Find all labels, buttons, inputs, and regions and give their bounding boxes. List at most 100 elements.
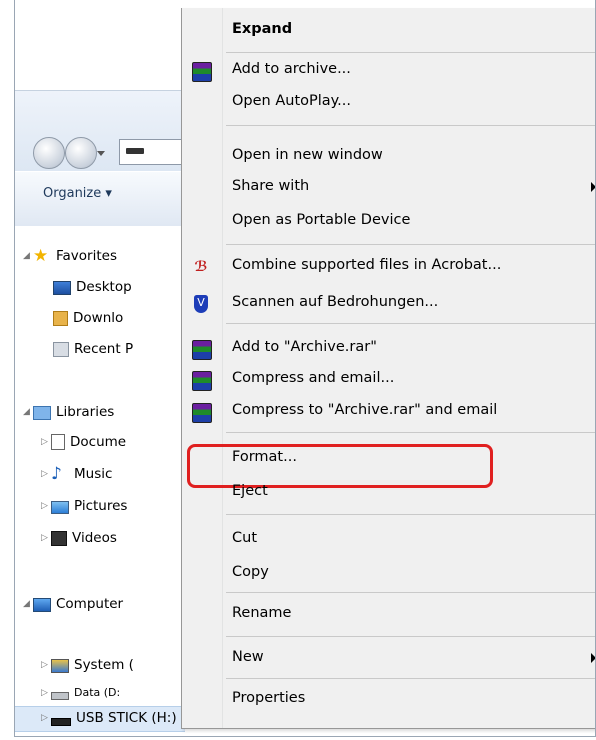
tree-item-desktop[interactable]: Desktop <box>53 279 132 295</box>
menu-item-label: Add to "Archive.rar" <box>232 339 377 355</box>
favorites-star-icon: ★ <box>33 246 49 266</box>
antivirus-shield-icon: V <box>194 295 208 313</box>
menu-item-label: Combine supported files in Acrobat... <box>232 257 502 273</box>
submenu-arrow-icon <box>591 182 595 192</box>
menu-item-label: Add to archive... <box>232 61 351 77</box>
tree-item-label: Docume <box>70 434 127 450</box>
forward-button[interactable] <box>65 137 97 169</box>
tree-item-label: Downlo <box>73 310 124 326</box>
tree-item-recent-places[interactable]: Recent P <box>53 341 133 357</box>
tree-item-label: System ( <box>74 657 134 673</box>
menu-item-combine-in-acrobat[interactable]: ℬ Combine supported files in Acrobat... <box>182 252 595 282</box>
menu-item-scan-for-threats[interactable]: V Scannen auf Bedrohungen... <box>182 289 595 319</box>
menu-item-label: Copy <box>232 564 269 580</box>
desktop-icon <box>53 281 71 295</box>
expand-arrow-icon[interactable]: ▷ <box>41 533 51 543</box>
collapse-arrow-icon[interactable]: ◢ <box>23 251 33 261</box>
menu-item-cut[interactable]: Cut <box>182 525 595 555</box>
tree-item-music[interactable]: ▷ ♪ Music <box>41 464 113 484</box>
menu-separator <box>226 125 595 126</box>
winrar-icon <box>192 403 212 423</box>
submenu-arrow-icon <box>591 653 595 663</box>
collapse-arrow-icon[interactable]: ◢ <box>23 599 33 609</box>
menu-item-label: Compress to "Archive.rar" and email <box>232 402 498 418</box>
menu-item-share-with[interactable]: Share with <box>182 173 595 203</box>
menu-item-add-to-archive-rar[interactable]: Add to "Archive.rar" <box>182 334 595 364</box>
tree-item-label: Videos <box>72 530 117 546</box>
tree-item-libraries[interactable]: ◢ Libraries <box>23 404 114 420</box>
menu-item-compress-to-rar-and-email[interactable]: Compress to "Archive.rar" and email <box>182 397 595 427</box>
computer-icon <box>33 597 51 612</box>
tree-item-label: Pictures <box>74 498 128 514</box>
menu-item-rename[interactable]: Rename <box>182 600 595 630</box>
data-drive-icon <box>51 692 69 700</box>
recent-places-icon <box>53 341 69 357</box>
explorer-window: Organize ▾ ◢ ★ Favorites Desktop Downlo … <box>14 0 596 737</box>
menu-item-expand[interactable]: Expand <box>182 16 595 46</box>
context-menu: Expand Add to archive... Open AutoPlay..… <box>181 8 595 729</box>
downloads-icon <box>53 310 68 326</box>
menu-separator <box>226 244 595 245</box>
menu-item-label: Open AutoPlay... <box>232 93 352 109</box>
back-button[interactable] <box>33 137 65 169</box>
collapse-arrow-icon[interactable]: ◢ <box>23 407 33 417</box>
menu-item-open-in-new-window[interactable]: Open in new window <box>182 142 595 172</box>
documents-icon <box>51 434 65 450</box>
menu-item-label: Open as Portable Device <box>232 212 411 228</box>
menu-item-add-to-archive[interactable]: Add to archive... <box>182 56 595 86</box>
menu-item-open-autoplay[interactable]: Open AutoPlay... <box>182 88 595 118</box>
menu-separator <box>226 432 595 433</box>
expand-arrow-icon[interactable]: ▷ <box>41 501 51 511</box>
menu-item-open-as-portable-device[interactable]: Open as Portable Device <box>182 207 595 237</box>
menu-item-copy[interactable]: Copy <box>182 559 595 589</box>
tree-item-usb-stick[interactable]: ▷ USB STICK (H:) <box>41 710 177 726</box>
libraries-icon <box>33 406 51 420</box>
menu-item-label: Share with <box>232 178 310 194</box>
menu-separator <box>226 52 595 53</box>
tree-item-pictures[interactable]: ▷ Pictures <box>41 498 127 514</box>
tree-item-downloads[interactable]: Downlo <box>53 310 123 326</box>
tree-item-data-drive[interactable]: ▷ Data (D: <box>41 685 120 700</box>
menu-item-label: Eject <box>232 483 268 499</box>
menu-item-new[interactable]: New <box>182 644 595 674</box>
menu-item-compress-and-email[interactable]: Compress and email... <box>182 365 595 395</box>
winrar-icon <box>192 62 212 82</box>
expand-arrow-icon[interactable]: ▷ <box>41 688 51 698</box>
menu-item-eject[interactable]: Eject <box>182 478 595 508</box>
tree-item-label: Libraries <box>56 404 115 420</box>
tree-item-system-drive[interactable]: ▷ System ( <box>41 657 134 673</box>
menu-separator <box>226 636 595 637</box>
expand-arrow-icon[interactable]: ▷ <box>41 437 51 447</box>
winrar-icon <box>192 371 212 391</box>
tree-item-favorites[interactable]: ◢ ★ Favorites <box>23 246 117 266</box>
menu-item-properties[interactable]: Properties <box>182 685 595 715</box>
expand-arrow-icon[interactable]: ▷ <box>41 660 51 670</box>
tree-item-label: Recent P <box>74 341 134 357</box>
menu-item-label: Cut <box>232 530 257 546</box>
tree-item-label: USB STICK (H:) <box>76 710 177 726</box>
recent-pages-dropdown-icon[interactable] <box>97 151 105 156</box>
menu-item-label: Properties <box>232 690 306 706</box>
videos-icon <box>51 530 67 546</box>
menu-item-label: Rename <box>232 605 292 621</box>
tree-item-label: Favorites <box>56 248 117 264</box>
menu-separator <box>226 678 595 679</box>
tree-item-computer[interactable]: ◢ Computer <box>23 596 123 612</box>
tree-item-label: Music <box>74 466 113 482</box>
pictures-icon <box>51 501 69 514</box>
system-drive-icon <box>51 659 69 673</box>
expand-arrow-icon[interactable]: ▷ <box>41 469 51 479</box>
menu-item-label: Compress and email... <box>232 370 395 386</box>
winrar-icon <box>192 340 212 360</box>
organize-button[interactable]: Organize ▾ <box>43 186 112 201</box>
acrobat-icon: ℬ <box>194 259 208 275</box>
menu-separator <box>226 514 595 515</box>
expand-arrow-icon[interactable]: ▷ <box>41 713 51 723</box>
tree-item-videos[interactable]: ▷ Videos <box>41 530 117 546</box>
menu-item-label: New <box>232 649 264 665</box>
menu-item-label: Open in new window <box>232 147 383 163</box>
tree-item-documents[interactable]: ▷ Docume <box>41 434 126 450</box>
title-area <box>15 0 185 92</box>
music-icon: ♪ <box>51 464 62 484</box>
address-bar-area <box>15 90 191 171</box>
